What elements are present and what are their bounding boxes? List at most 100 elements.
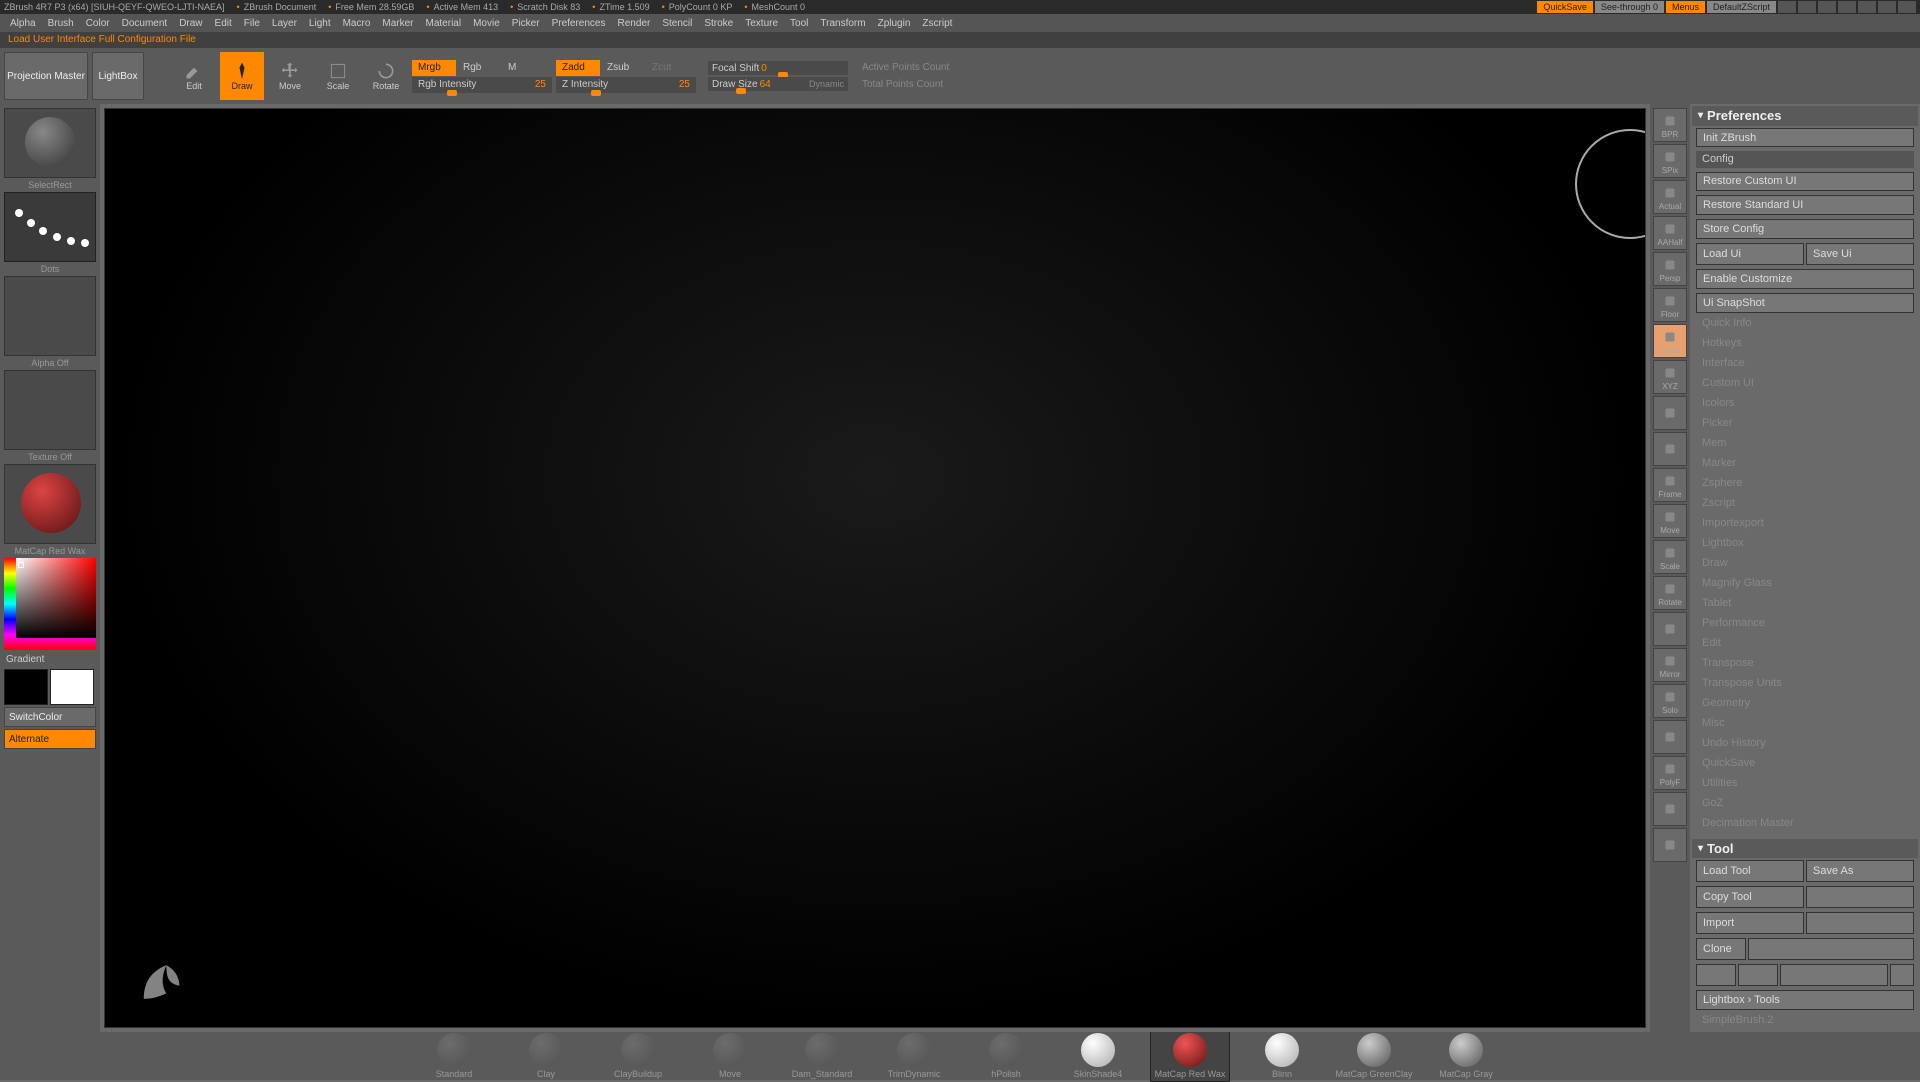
canvas[interactable]: [104, 108, 1646, 1028]
menu-preferences[interactable]: Preferences: [546, 16, 612, 31]
nav-mirror[interactable]: Mirror: [1653, 648, 1687, 682]
pref-performance[interactable]: Performance: [1692, 615, 1918, 635]
menu-marker[interactable]: Marker: [376, 16, 419, 31]
pref-undo-history[interactable]: Undo History: [1692, 735, 1918, 755]
menu-movie[interactable]: Movie: [467, 16, 506, 31]
init-zbrush-button[interactable]: Init ZBrush: [1696, 128, 1914, 148]
pref-lightbox[interactable]: Lightbox: [1692, 535, 1918, 555]
rgb-intensity-slider[interactable]: Rgb Intensity 25: [412, 77, 552, 93]
pref-goz[interactable]: GoZ: [1692, 795, 1918, 815]
window-button-3[interactable]: [1818, 1, 1836, 13]
pref-geometry[interactable]: Geometry: [1692, 695, 1918, 715]
pref-importexport[interactable]: Importexport: [1692, 515, 1918, 535]
texture-preview[interactable]: [4, 370, 96, 450]
pref-quicksave[interactable]: QuickSave: [1692, 755, 1918, 775]
save-as-button[interactable]: Save As: [1806, 860, 1914, 882]
quicksave-button[interactable]: QuickSave: [1537, 1, 1593, 13]
switch-color-button[interactable]: SwitchColor: [4, 707, 96, 727]
focal-shift-slider[interactable]: Focal Shift 0: [708, 61, 848, 75]
menu-stencil[interactable]: Stencil: [656, 16, 698, 31]
restore-custom-ui-button[interactable]: Restore Custom UI: [1696, 172, 1914, 192]
nav-xyz[interactable]: XYZ: [1653, 360, 1687, 394]
clone-button[interactable]: Clone: [1696, 938, 1746, 960]
pref-utilities[interactable]: Utilities: [1692, 775, 1918, 795]
lightbox-tools-button[interactable]: Lightbox › Tools: [1696, 990, 1914, 1010]
nav-blank-17[interactable]: [1653, 720, 1687, 754]
nav-persp[interactable]: Persp: [1653, 252, 1687, 286]
nav-scale[interactable]: Scale: [1653, 540, 1687, 574]
material-hpolish[interactable]: hPolish: [966, 1033, 1046, 1079]
preferences-header[interactable]: ▾ Preferences: [1692, 106, 1918, 126]
pref-interface[interactable]: Interface: [1692, 355, 1918, 375]
rgb-button[interactable]: Rgb: [457, 60, 501, 76]
move-mode-button[interactable]: Move: [268, 52, 312, 100]
pref-misc[interactable]: Misc: [1692, 715, 1918, 735]
zadd-button[interactable]: Zadd: [556, 60, 600, 76]
color-picker[interactable]: [4, 558, 96, 650]
pref-draw[interactable]: Draw: [1692, 555, 1918, 575]
material-matcap-red-wax[interactable]: MatCap Red Wax: [1150, 1030, 1230, 1082]
load-ui-button[interactable]: Load Ui: [1696, 243, 1804, 265]
window-button-4[interactable]: [1838, 1, 1856, 13]
edit-mode-button[interactable]: Edit: [172, 52, 216, 100]
material-move[interactable]: Move: [690, 1033, 770, 1079]
menu-macro[interactable]: Macro: [337, 16, 377, 31]
pref-icolors[interactable]: Icolors: [1692, 395, 1918, 415]
seethrough-slider[interactable]: See-through 0: [1595, 1, 1664, 13]
scale-mode-button[interactable]: Scale: [316, 52, 360, 100]
material-dam_standard[interactable]: Dam_Standard: [782, 1033, 862, 1079]
menu-document[interactable]: Document: [116, 16, 174, 31]
m-button[interactable]: M: [502, 60, 546, 76]
menu-alpha[interactable]: Alpha: [4, 16, 42, 31]
pref-custom-ui[interactable]: Custom UI: [1692, 375, 1918, 395]
material-preview[interactable]: [4, 464, 96, 544]
alternate-button[interactable]: Alternate: [4, 729, 96, 749]
menu-stroke[interactable]: Stroke: [698, 16, 739, 31]
nav-aahalf[interactable]: AAHalf: [1653, 216, 1687, 250]
primary-color-swatch[interactable]: [50, 669, 94, 705]
copy-tool-button[interactable]: Copy Tool: [1696, 886, 1804, 908]
nav-floor[interactable]: Floor: [1653, 288, 1687, 322]
material-blinn[interactable]: Blinn: [1242, 1033, 1322, 1079]
material-claybuildup[interactable]: ClayBuildup: [598, 1033, 678, 1079]
gradient-label[interactable]: Gradient: [4, 652, 96, 667]
material-skinshade4[interactable]: SkinShade4: [1058, 1033, 1138, 1079]
load-tool-button[interactable]: Load Tool: [1696, 860, 1804, 882]
alpha-preview[interactable]: [4, 276, 96, 356]
material-matcap-gray[interactable]: MatCap Gray: [1426, 1033, 1506, 1079]
rotate-mode-button[interactable]: Rotate: [364, 52, 408, 100]
pref-quick-info[interactable]: Quick Info: [1692, 315, 1918, 335]
pref-transpose[interactable]: Transpose: [1692, 655, 1918, 675]
enable-customize-button[interactable]: Enable Customize: [1696, 269, 1914, 289]
pref-edit[interactable]: Edit: [1692, 635, 1918, 655]
nav-rotate[interactable]: Rotate: [1653, 576, 1687, 610]
menu-light[interactable]: Light: [303, 16, 337, 31]
nav-blank-19[interactable]: [1653, 792, 1687, 826]
pref-marker[interactable]: Marker: [1692, 455, 1918, 475]
secondary-color-swatch[interactable]: [4, 669, 48, 705]
menus-toggle[interactable]: Menus: [1666, 1, 1705, 13]
pref-picker[interactable]: Picker: [1692, 415, 1918, 435]
pref-transpose-units[interactable]: Transpose Units: [1692, 675, 1918, 695]
menu-draw[interactable]: Draw: [173, 16, 208, 31]
window-button-2[interactable]: [1798, 1, 1816, 13]
window-maximize[interactable]: [1878, 1, 1896, 13]
nav-actual[interactable]: Actual: [1653, 180, 1687, 214]
material-clay[interactable]: Clay: [506, 1033, 586, 1079]
pref-mem[interactable]: Mem: [1692, 435, 1918, 455]
menu-zplugin[interactable]: Zplugin: [872, 16, 917, 31]
nav-blank-8[interactable]: [1653, 396, 1687, 430]
menu-file[interactable]: File: [238, 16, 266, 31]
draw-mode-button[interactable]: Draw: [220, 52, 264, 100]
nav-blank-14[interactable]: [1653, 612, 1687, 646]
nav-blank-9[interactable]: [1653, 432, 1687, 466]
nav-solo[interactable]: Solo: [1653, 684, 1687, 718]
pref-magnify-glass[interactable]: Magnify Glass: [1692, 575, 1918, 595]
menu-zscript[interactable]: Zscript: [916, 16, 958, 31]
material-trimdynamic[interactable]: TrimDynamic: [874, 1033, 954, 1079]
brush-preview[interactable]: [4, 108, 96, 178]
pref-decimation-master[interactable]: Decimation Master: [1692, 815, 1918, 835]
mrgb-button[interactable]: Mrgb: [412, 60, 456, 76]
window-minimize[interactable]: [1858, 1, 1876, 13]
draw-size-slider[interactable]: Draw Size 64 Dynamic: [708, 77, 848, 91]
